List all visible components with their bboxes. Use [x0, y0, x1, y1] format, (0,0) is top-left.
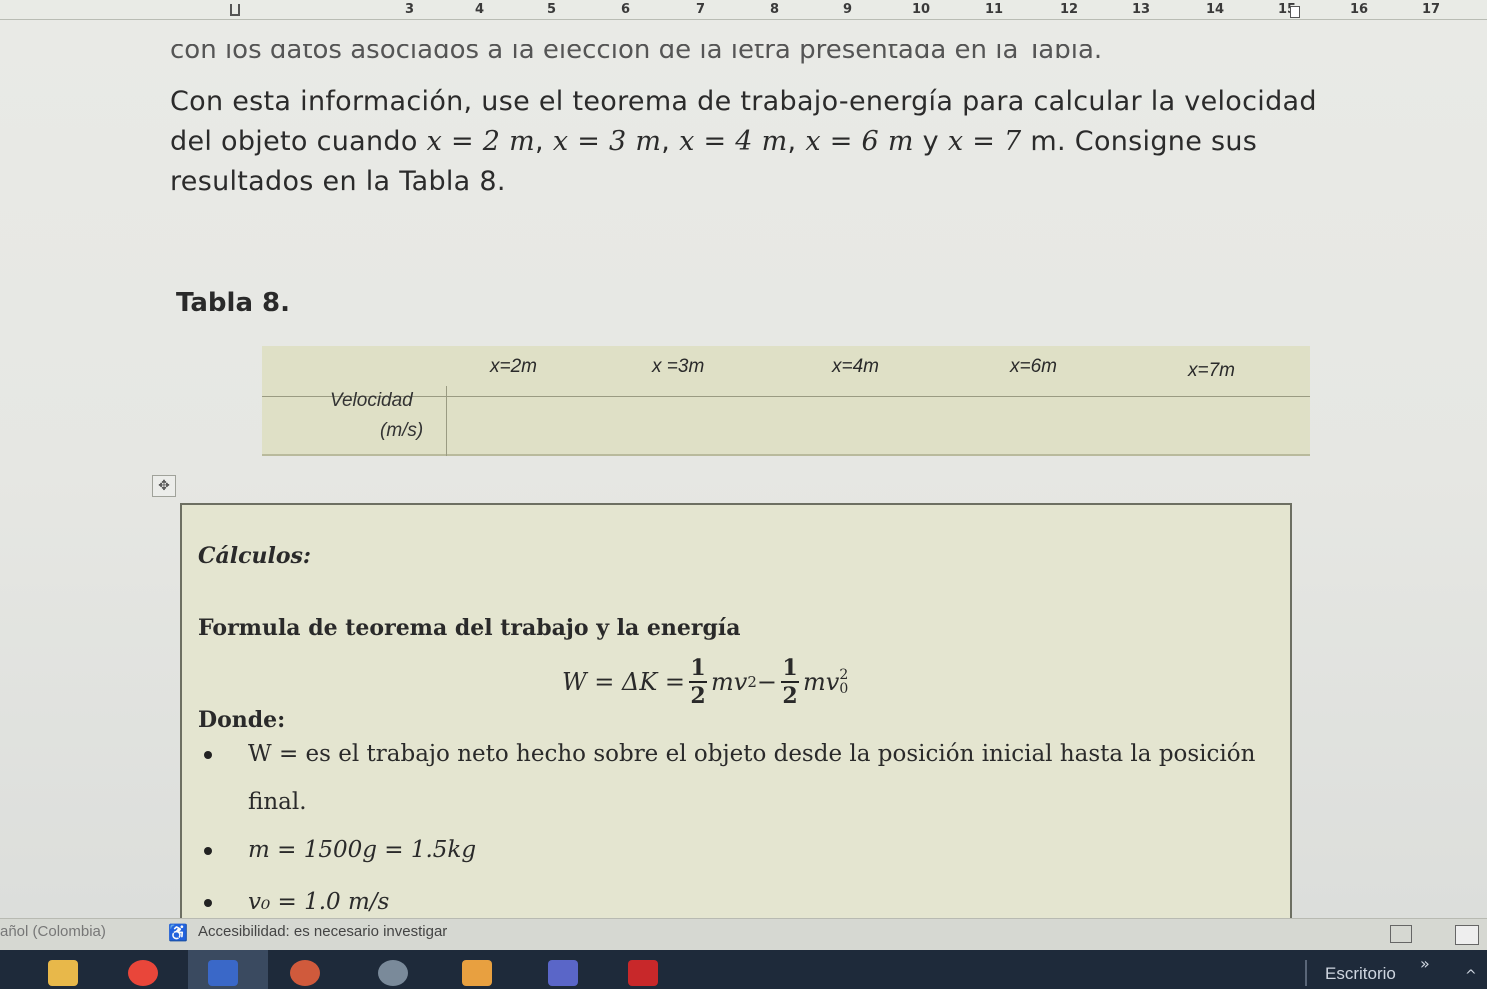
math-x6: x = 6 m [805, 126, 914, 157]
bullet-dot [204, 751, 212, 759]
horizontal-ruler[interactable]: 3 4 5 6 7 8 9 10 11 12 13 14 15 16 17 [0, 0, 1487, 20]
math-x7: x = 7 [947, 126, 1022, 157]
ruler-number: 6 [621, 2, 631, 17]
teams-icon[interactable] [548, 960, 578, 986]
sup-sub: 20 [839, 668, 848, 696]
row-label-units: (m/s) [380, 420, 424, 441]
table-header-x6: x=6m [1010, 356, 1057, 377]
ruler-number: 16 [1350, 2, 1369, 17]
donde-label: Donde: [198, 707, 286, 733]
table-title: Tabla 8. [176, 288, 291, 318]
formula-term2: mv [803, 668, 840, 696]
subscript: 0 [839, 681, 849, 697]
calculations-title: Cálculos: [198, 543, 312, 569]
read-mode-icon[interactable] [1390, 925, 1412, 943]
formula-term1: mv [711, 668, 748, 696]
bullet-dot [204, 847, 212, 855]
print-layout-icon[interactable] [1455, 925, 1479, 945]
separator: , [787, 126, 806, 157]
ruler-number: 12 [1060, 2, 1079, 17]
language-indicator[interactable]: añol (Colombia) [0, 923, 106, 940]
bullet-work-def-cont: final. [248, 789, 307, 815]
exponent: 2 [747, 673, 757, 691]
file-explorer-icon[interactable] [48, 960, 78, 986]
bullet-v0: v₀ = 1.0 m/s [248, 889, 390, 915]
accessibility-status[interactable]: Accesibilidad: es necesario investigar [198, 923, 447, 940]
separator: y [913, 126, 948, 157]
ruler-number: 5 [547, 2, 557, 17]
taskbar-divider [1305, 960, 1307, 986]
ruler-number: 8 [770, 2, 780, 17]
row-label-velocidad: Velocidad [330, 390, 413, 411]
table-divider [446, 386, 447, 456]
ruler-number: 3 [405, 2, 415, 17]
bullet-mass: m = 1500g = 1.5kg [248, 837, 477, 863]
windows-taskbar: Escritorio » ^ [0, 950, 1487, 989]
ruler-number: 10 [912, 2, 931, 17]
ruler-number: 7 [696, 2, 706, 17]
work-energy-formula: W = ΔK = 12 mv 2 − 12 mv 2 0 [562, 647, 848, 717]
table-header-x7: x=7m [1188, 360, 1235, 381]
table-divider [262, 396, 1310, 397]
results-table[interactable]: x=2m x =3m x=4m x=6m x=7m Velocidad (m/s… [262, 346, 1310, 456]
table-header-x2: x=2m [490, 356, 537, 377]
fraction-denominator: 2 [690, 683, 706, 709]
ruler-number: 13 [1132, 2, 1151, 17]
powerpoint-icon[interactable] [290, 960, 320, 986]
instruction-paragraph: Con esta información, use el teorema de … [170, 82, 1320, 202]
word-icon[interactable] [208, 960, 238, 986]
accessibility-icon[interactable]: ♿ [168, 923, 188, 943]
desktop-toolbar-label[interactable]: Escritorio [1325, 964, 1396, 984]
ruler-number: 11 [985, 2, 1004, 17]
formula-lhs: W = ΔK = [562, 668, 686, 696]
ruler-number: 9 [843, 2, 853, 17]
fraction-half: 12 [689, 655, 708, 709]
tray-up-arrow-icon[interactable]: ^ [1465, 968, 1477, 984]
move-anchor-icon[interactable]: ✥ [152, 475, 176, 497]
exponent: 2 [839, 667, 849, 683]
math-x2: x = 2 m [426, 126, 536, 157]
table-header-x3: x =3m [652, 356, 705, 377]
app-icon[interactable] [378, 960, 408, 986]
chrome-icon[interactable] [128, 960, 158, 986]
fraction-numerator: 1 [690, 655, 706, 681]
right-indent-marker[interactable] [1290, 6, 1300, 18]
document-page[interactable]: con los datos asociados a la elección de… [0, 20, 1487, 943]
left-indent-marker[interactable] [230, 4, 240, 16]
fraction-denominator: 2 [782, 683, 798, 709]
ruler-number: 14 [1206, 2, 1225, 17]
acrobat-icon[interactable] [628, 960, 658, 986]
math-x4: x = 4 m [679, 126, 788, 157]
fraction-half: 12 [781, 655, 800, 709]
calculations-box[interactable]: Cálculos: Formula de teorema del trabajo… [180, 503, 1292, 943]
status-bar: añol (Colombia) ♿ Accesibilidad: es nece… [0, 918, 1487, 950]
ruler-number: 17 [1422, 2, 1441, 17]
game-icon[interactable] [462, 960, 492, 986]
math-x3: x = 3 m [552, 126, 662, 157]
separator: , [661, 126, 680, 157]
partial-text-line: con los datos asociados a la elección de… [170, 44, 1103, 65]
ruler-number: 4 [475, 2, 485, 17]
minus-sign: − [756, 668, 778, 696]
bullet-work-def: W = es el trabajo neto hecho sobre el ob… [248, 741, 1256, 767]
bullet-dot [204, 899, 212, 907]
formula-heading: Formula de teorema del trabajo y la ener… [198, 615, 741, 641]
table-header-x4: x=4m [832, 356, 879, 377]
fraction-numerator: 1 [782, 655, 798, 681]
separator: , [535, 126, 553, 157]
chevron-right-icon[interactable]: » [1420, 954, 1430, 973]
